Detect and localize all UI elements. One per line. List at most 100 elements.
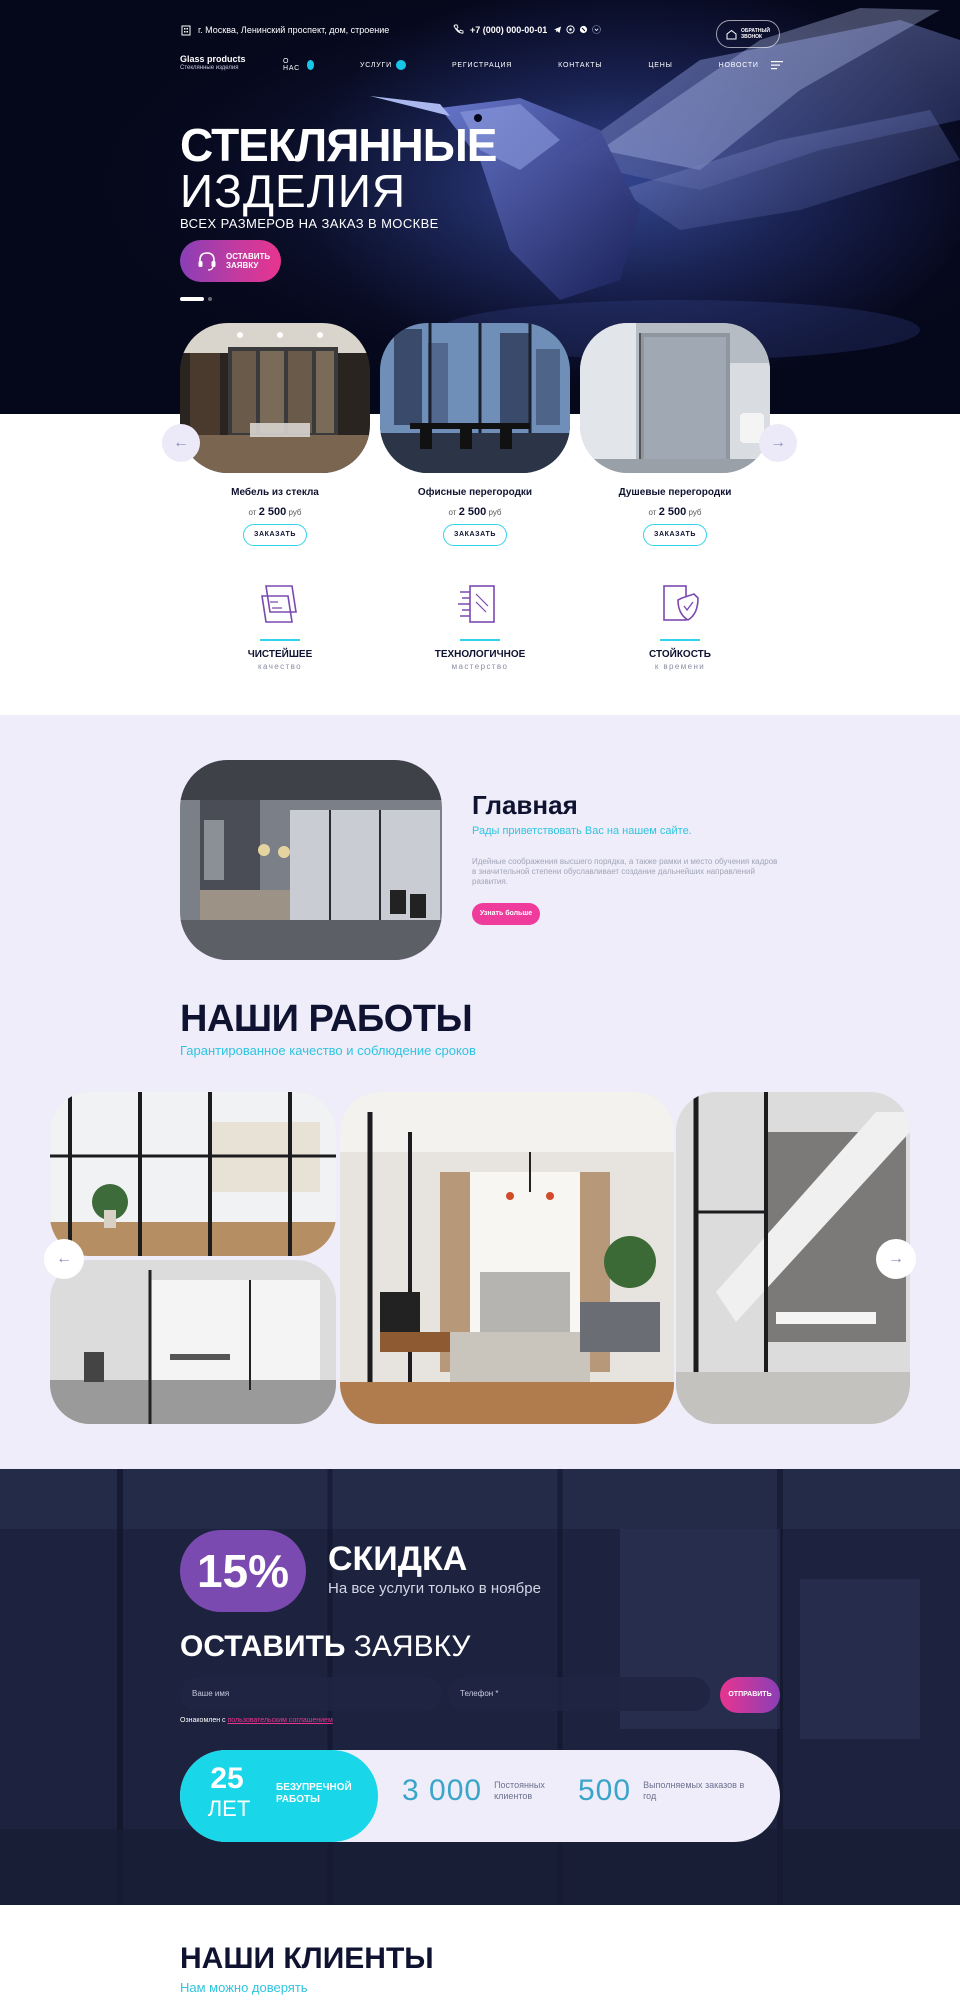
product-name: Офисные перегородки [417, 487, 533, 498]
phone-icon [726, 29, 737, 39]
feature-item: ТЕХНОЛОГИЧНОЕ мастерство [415, 582, 545, 671]
nav-item-registration[interactable]: РЕГИСТРАЦИЯ [452, 58, 512, 72]
headset-icon [198, 252, 216, 271]
work-image[interactable] [50, 1092, 336, 1256]
telegram-icon[interactable] [553, 25, 562, 34]
nav-label: КОНТАКТЫ [558, 61, 603, 69]
product-image-shower[interactable] [580, 323, 770, 473]
works-next-button[interactable]: → [876, 1239, 916, 1279]
about-block: Главная Рады приветствовать Вас на нашем… [472, 790, 782, 925]
arrow-left-icon: ← [173, 434, 189, 451]
arrow-left-icon: ← [56, 1250, 72, 1267]
hero-subtitle: ВСЕХ РАЗМЕРОВ НА ЗАКАЗ В МОСКВЕ [180, 216, 439, 231]
carousel-prev-button[interactable]: ← [162, 424, 200, 462]
learn-more-button[interactable]: Узнать больше [472, 903, 540, 925]
nav-item-contacts[interactable]: КОНТАКТЫ [558, 58, 602, 72]
nav-item-prices[interactable]: ЦЕНЫ [648, 58, 672, 72]
work-image[interactable] [50, 1260, 336, 1424]
phone-field[interactable]: Телефон * [448, 1677, 710, 1711]
feature-subtitle: к времени [654, 662, 706, 671]
works-prev-button[interactable]: ← [44, 1239, 84, 1279]
dropdown-dot-icon [395, 60, 406, 70]
hero-request-button[interactable]: ОСТАВИТЬ ЗАЯВКУ [180, 240, 281, 282]
order-button[interactable]: ЗАКАЗАТЬ [643, 524, 707, 546]
viber-icon[interactable] [579, 25, 588, 34]
clients-title: НАШИ КЛИЕНТЫ [180, 1942, 434, 1975]
logo[interactable]: Glass products Стеклянные изделия [180, 54, 246, 71]
arrow-right-icon: → [770, 434, 786, 451]
stat-label: Выполняемых заказов в год [643, 1780, 745, 1801]
stat-years-label: БЕЗУПРЕЧНОЙ РАБОТЫ [276, 1782, 352, 1805]
stat-number: 3 000 [402, 1774, 483, 1807]
callback-button[interactable]: ОБРАТНЫЙ ЗВОНОК [716, 20, 780, 48]
consent-text: Ознакомлен с пользовательским соглашение… [180, 1717, 333, 1724]
discount-subtitle: На все услуги только в ноябре [328, 1580, 541, 1597]
work-image[interactable] [340, 1092, 674, 1424]
hero-title-line2: ИЗДЕЛИЯ [180, 165, 407, 217]
product-price: от 2 500 руб [648, 506, 702, 518]
menu: О НАС УСЛУГИ РЕГИСТРАЦИЯ КОНТАКТЫ ЦЕНЫ Н… [283, 58, 785, 72]
feature-subtitle: мастерство [451, 662, 509, 671]
whatsapp-icon[interactable] [566, 25, 575, 34]
products-carousel: Мебель из стекла от 2 500 руб ЗАКАЗАТЬ О… [162, 323, 797, 553]
about-title: Главная [472, 790, 578, 820]
tech-glass-icon [458, 585, 495, 623]
form-title-rest: ЗАЯВКУ [345, 1630, 471, 1663]
slider-dot[interactable] [208, 297, 212, 301]
slider-dot-active[interactable] [180, 297, 204, 301]
product-price: от 2 500 руб [248, 506, 302, 518]
brand-subtitle: Стеклянные изделия [180, 65, 239, 71]
work-image[interactable] [676, 1092, 910, 1424]
feature-divider [660, 639, 700, 641]
product-image-office[interactable] [380, 323, 570, 473]
main-nav: Glass products Стеклянные изделия О НАС … [180, 54, 783, 78]
features: ЧИСТЕЙШЕЕ качество ТЕХНОЛОГИЧНОЕ мастерс… [180, 582, 780, 672]
clients-subtitle: Нам можно доверять [180, 1980, 308, 1995]
order-button[interactable]: ЗАКАЗАТЬ [243, 524, 307, 546]
hero-slider-dots [180, 297, 212, 301]
callback-line2: ЗВОНОК [741, 34, 763, 40]
discount-badge: 15% [180, 1530, 306, 1612]
form-title-bold: ОСТАВИТЬ [180, 1630, 346, 1663]
feature-title: ТЕХНОЛОГИЧНОЕ [434, 649, 526, 660]
submit-button[interactable]: ОТПРАВИТЬ [720, 1677, 780, 1713]
hero-heading: СТЕКЛЯННЫЕ ИЗДЕЛИЯ ВСЕХ РАЗМЕРОВ НА ЗАКА… [180, 122, 497, 231]
nav-item-about[interactable]: О НАС [283, 58, 315, 72]
stat-years-unit: ЛЕТ [207, 1796, 251, 1821]
stat-orders: 500 Выполняемых заказов в год [578, 1774, 753, 1808]
about-body: Идейные соображения высшего порядка, а т… [472, 857, 778, 886]
nav-item-news[interactable]: НОВОСТИ [719, 58, 785, 72]
product-name: Мебель из стекла [231, 487, 319, 498]
stat-number: 500 [578, 1774, 632, 1807]
phone-block[interactable]: +7 (000) 000-00-01 [453, 24, 602, 35]
name-field[interactable]: Ваше имя [180, 1677, 442, 1711]
carousel-next-button[interactable]: → [759, 424, 797, 462]
shield-glass-icon [663, 585, 699, 621]
nav-label: РЕГИСТРАЦИЯ [451, 61, 513, 69]
about-subtitle: Рады приветствовать Вас на нашем сайте. [472, 825, 692, 837]
phone-number[interactable]: +7 (000) 000-00-01 [470, 25, 547, 35]
feature-item: СТОЙКОСТЬ к времени [615, 582, 745, 671]
nav-item-services[interactable]: УСЛУГИ [360, 58, 406, 72]
building-icon [181, 25, 191, 36]
address-text: г. Москва, Ленинский проспект, дом, стро… [198, 25, 390, 35]
phone-icon [453, 24, 464, 34]
discount-title: СКИДКА [328, 1540, 468, 1578]
product-image-furniture[interactable] [180, 323, 370, 473]
cta-line2: ЗАЯВКУ [226, 261, 259, 270]
product-name: Душевые перегородки [618, 487, 732, 498]
hamburger-menu-icon[interactable] [770, 60, 785, 70]
user-agreement-link[interactable]: пользовательским соглашением [228, 1717, 333, 1724]
chevron-down-icon[interactable] [592, 25, 602, 34]
nav-label: О НАС [283, 58, 301, 72]
works-gallery: ← → [44, 1092, 916, 1424]
order-button[interactable]: ЗАКАЗАТЬ [443, 524, 507, 546]
stat-label: Постоянных клиентов [494, 1780, 545, 1801]
product-card: Офисные перегородки от 2 500 руб ЗАКАЗАТ… [380, 323, 570, 546]
form-title: ОСТАВИТЬ ЗАЯВКУ [180, 1630, 470, 1664]
feature-item: ЧИСТЕЙШЕЕ качество [215, 582, 345, 671]
nav-label: УСЛУГИ [360, 61, 392, 69]
cta-line1: ОСТАВИТЬ [226, 252, 271, 261]
product-card: Мебель из стекла от 2 500 руб ЗАКАЗАТЬ [180, 323, 370, 546]
feature-title: ЧИСТЕЙШЕЕ [247, 649, 313, 660]
